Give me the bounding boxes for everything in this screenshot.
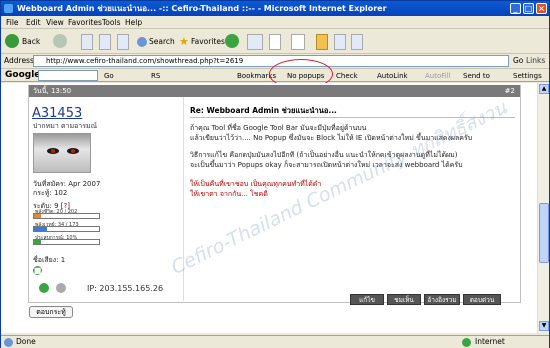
internet-zone-icon bbox=[462, 338, 471, 347]
scroll-down-icon[interactable]: ▼ bbox=[539, 321, 549, 331]
close-button[interactable]: × bbox=[536, 3, 547, 14]
google-logo: Google bbox=[5, 70, 41, 80]
go-button[interactable]: Go bbox=[513, 56, 523, 65]
hp-label: พลังชีวิต: 20 / 202 bbox=[35, 209, 78, 215]
vertical-scrollbar[interactable]: ▲ ▼ bbox=[537, 83, 549, 333]
autofill-button[interactable]: AutoFill bbox=[425, 71, 451, 81]
history-icon[interactable] bbox=[225, 34, 239, 48]
edit-button[interactable]: แก้ไข bbox=[350, 294, 384, 305]
google-rs-button[interactable]: RS bbox=[151, 71, 160, 81]
avatar bbox=[33, 133, 91, 173]
status-bar: Done Internet bbox=[1, 335, 549, 348]
window-title: Webboard Admin ช่วยแนะนำนอ... -:: Cefiro… bbox=[17, 4, 387, 13]
menu-tools[interactable]: Tools bbox=[102, 18, 120, 27]
post-header: วันนี้, 13:50 #2 bbox=[29, 85, 520, 97]
settings-button[interactable]: Settings bbox=[513, 71, 542, 81]
home-icon[interactable] bbox=[117, 34, 129, 50]
post-actions: แก้ไข ชมเห็น อ้างอิงรวม ตอบด่วน bbox=[350, 294, 502, 305]
status-text: Done bbox=[16, 337, 36, 346]
page-content: วันนี้, 13:50 #2 A31453 ปากหมา ตามอารมณ์… bbox=[1, 83, 537, 333]
forward-arrow-icon[interactable] bbox=[53, 34, 67, 48]
google-search-input[interactable] bbox=[38, 70, 98, 81]
user-title: ปากหมา ตามอารมณ์ bbox=[33, 122, 98, 130]
stop-icon[interactable] bbox=[81, 34, 93, 50]
minimize-button[interactable]: _ bbox=[510, 3, 521, 14]
search-icon bbox=[137, 37, 147, 47]
post-title: Re: Webboard Admin ช่วยแนะนำนอ... bbox=[190, 106, 337, 115]
back-arrow-icon[interactable] bbox=[5, 34, 19, 48]
reply-tab[interactable]: ตอบกระทู้ bbox=[29, 306, 73, 318]
exp-label: ประสบการณ์: 10% bbox=[35, 235, 78, 241]
reputation: ชื่อเสียง: 1 bbox=[33, 256, 66, 264]
ie-logo-icon bbox=[4, 4, 13, 13]
search-button[interactable]: Search bbox=[149, 34, 175, 50]
menu-bar: File Edit View Favorites Tools Help bbox=[1, 16, 549, 29]
post-time: วันนี้, 13:50 bbox=[33, 87, 72, 95]
post-count: กระทู้: 102 bbox=[33, 189, 68, 197]
links-button[interactable]: Links bbox=[526, 56, 545, 65]
quote-button[interactable]: ชมเห็น bbox=[387, 294, 421, 305]
username-link[interactable]: A31453 bbox=[32, 106, 82, 121]
check-button[interactable]: Check bbox=[336, 71, 358, 81]
avatar-eye bbox=[67, 148, 79, 154]
refresh-icon[interactable] bbox=[99, 34, 111, 50]
title-bar: Webboard Admin ช่วยแนะนำนอ... -:: Cefiro… bbox=[1, 1, 549, 16]
edit-word-icon[interactable] bbox=[291, 34, 305, 50]
menu-file[interactable]: File bbox=[6, 18, 19, 27]
folder-icon[interactable] bbox=[316, 34, 328, 50]
avatar-eye bbox=[47, 148, 59, 154]
menu-view[interactable]: View bbox=[46, 18, 64, 27]
menu-help[interactable]: Help bbox=[125, 18, 142, 27]
star-icon: ★ bbox=[179, 35, 189, 48]
multi-quote-button[interactable]: อ้างอิงรวม bbox=[424, 294, 460, 305]
scroll-thumb[interactable] bbox=[539, 203, 549, 263]
ie-window: Webboard Admin ช่วยแนะนำนอ... -:: Cefiro… bbox=[0, 0, 550, 348]
user-icon[interactable] bbox=[56, 283, 66, 293]
print-icon[interactable] bbox=[269, 34, 281, 50]
google-go-button[interactable]: Go bbox=[104, 71, 114, 81]
quick-reply-button[interactable]: ตอบด่วน bbox=[463, 294, 501, 305]
ip-address: IP: 203.155.165.26 bbox=[87, 284, 164, 293]
messenger-icon[interactable] bbox=[334, 34, 346, 50]
send-to-button[interactable]: Send to bbox=[463, 71, 490, 81]
page-icon bbox=[4, 338, 13, 347]
standard-toolbar: Back Search ★ Favorites bbox=[1, 30, 549, 54]
favorites-button[interactable]: Favorites bbox=[191, 34, 225, 50]
back-button[interactable]: Back bbox=[22, 34, 40, 50]
menu-favorites[interactable]: Favorites bbox=[68, 18, 102, 27]
add-icon[interactable] bbox=[39, 283, 49, 293]
scroll-up-icon[interactable]: ▲ bbox=[539, 84, 549, 94]
mail-icon[interactable] bbox=[247, 34, 263, 50]
address-input[interactable]: http://www.cefiro-thailand.com/showthrea… bbox=[33, 55, 509, 67]
menu-edit[interactable]: Edit bbox=[26, 18, 41, 27]
maximize-button[interactable]: □ bbox=[523, 3, 534, 14]
autolink-button[interactable]: AutoLink bbox=[377, 71, 408, 81]
signature-line: ให้เขาตา จากกัน... โชคดี bbox=[190, 190, 268, 198]
address-label: Address bbox=[4, 56, 34, 65]
research-icon[interactable] bbox=[351, 34, 363, 50]
security-zone: Internet bbox=[475, 337, 505, 346]
reputation-icon: ■ bbox=[33, 266, 42, 275]
mp-label: พลังเวทย์: 34 / 173 bbox=[35, 222, 79, 228]
